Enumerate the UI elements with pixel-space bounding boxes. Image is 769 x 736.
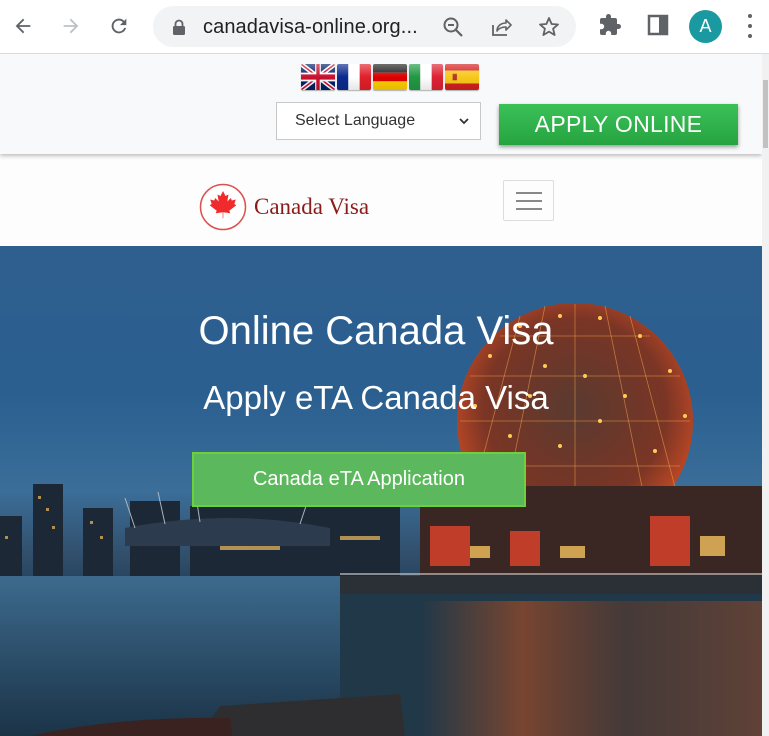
- eta-application-button[interactable]: Canada eTA Application: [192, 452, 526, 507]
- apply-online-button[interactable]: APPLY ONLINE: [499, 104, 738, 145]
- navbar: Canada Visa: [0, 154, 762, 246]
- reload-icon: [111, 18, 127, 34]
- hamburger-menu-button[interactable]: [503, 180, 554, 221]
- extensions-icon[interactable]: [598, 13, 622, 37]
- flag-german[interactable]: [373, 64, 407, 90]
- flag-spanish[interactable]: [445, 64, 479, 90]
- scrollbar-thumb[interactable]: [763, 80, 768, 148]
- reload-button[interactable]: [104, 10, 134, 42]
- chevron-down-icon: [459, 118, 469, 125]
- url-text[interactable]: canadavisa-online.org...: [203, 16, 418, 39]
- address-bar[interactable]: canadavisa-online.org...: [153, 6, 576, 47]
- brand-name[interactable]: Canada Visa: [254, 194, 369, 220]
- language-select[interactable]: Select Language: [276, 102, 481, 140]
- italy-flag-icon: [409, 64, 443, 90]
- forward-button[interactable]: [56, 10, 86, 42]
- profile-initial: A: [699, 16, 712, 36]
- germany-flag-icon: [373, 64, 407, 90]
- france-flag-icon: [337, 64, 371, 90]
- flag-french[interactable]: [337, 64, 371, 90]
- forward-icon: [63, 18, 79, 34]
- bookmark-star-icon[interactable]: [537, 15, 561, 39]
- browser-toolbar: canadavisa-online.org... A: [0, 0, 769, 54]
- web-page: Select Language APPLY ONLINE Canada Visa: [0, 54, 762, 736]
- page-scrollbar[interactable]: [762, 54, 769, 736]
- spain-flag-icon: [445, 64, 479, 90]
- flag-english[interactable]: [301, 64, 335, 90]
- back-button[interactable]: [8, 10, 38, 42]
- profile-avatar[interactable]: A: [689, 10, 722, 43]
- language-select-value: Select Language: [295, 112, 416, 129]
- top-bar: Select Language APPLY ONLINE: [0, 54, 762, 154]
- back-icon: [15, 18, 31, 34]
- language-flags: [301, 64, 479, 90]
- zoom-out-icon[interactable]: [441, 15, 465, 39]
- hero-banner: Online Canada Visa Apply eTA Canada Visa…: [0, 246, 762, 736]
- flag-italian[interactable]: [409, 64, 443, 90]
- share-icon[interactable]: [489, 15, 513, 39]
- uk-flag-icon: [301, 64, 335, 90]
- hero-subtitle: Apply eTA Canada Visa: [203, 379, 549, 416]
- hero-title: Online Canada Visa: [198, 309, 554, 353]
- lock-icon[interactable]: [172, 19, 186, 35]
- maple-leaf-logo-icon[interactable]: [199, 183, 247, 231]
- side-panel-icon[interactable]: [646, 13, 670, 37]
- menu-kebab-icon[interactable]: [746, 14, 754, 38]
